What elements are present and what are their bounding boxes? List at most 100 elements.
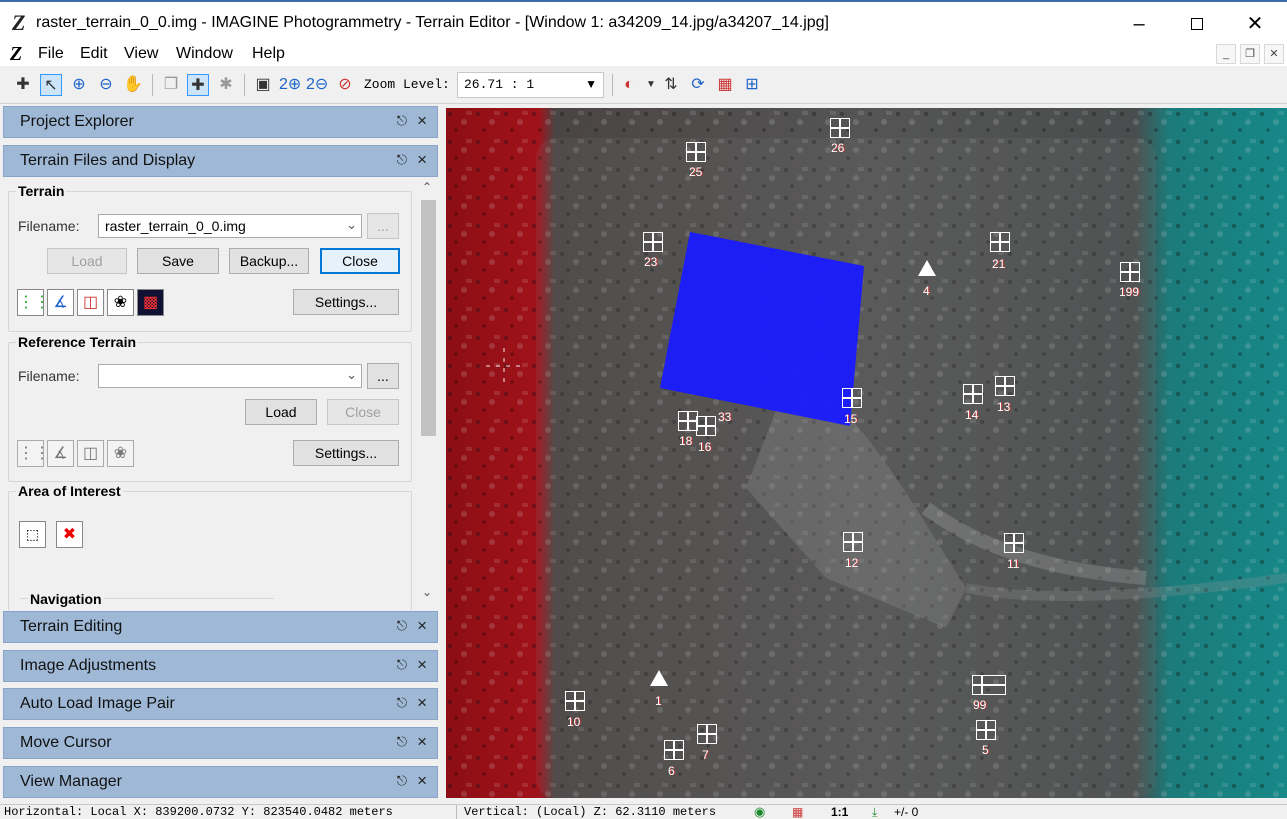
breaklines-icon[interactable]: ∡ bbox=[47, 289, 74, 316]
menu-window[interactable]: Window bbox=[176, 44, 233, 64]
breaklines-icon[interactable]: ∡ bbox=[47, 440, 74, 467]
zoom-in-icon[interactable]: ⊕ bbox=[68, 74, 90, 96]
pin-icon[interactable]: ⎋ bbox=[397, 695, 407, 711]
tin-icon[interactable]: ◫ bbox=[77, 440, 104, 467]
refresh-icon[interactable]: ⟳ bbox=[687, 74, 709, 96]
close-icon[interactable]: × bbox=[417, 655, 427, 675]
scroll-down-icon[interactable]: ⌄ bbox=[422, 585, 432, 599]
terrain-browse-button[interactable]: ... bbox=[367, 213, 399, 239]
aoi-clear-icon[interactable]: ✖ bbox=[56, 521, 83, 548]
terrain-load-button[interactable]: Load bbox=[47, 248, 127, 274]
zoom-reset-icon[interactable]: ⊘ bbox=[334, 74, 356, 96]
spark-icon[interactable]: ✱ bbox=[215, 74, 237, 96]
mdi-minimize-button[interactable]: _ bbox=[1216, 44, 1236, 64]
panel-header-terrain-files[interactable]: Terrain Files and Display ⎋ × bbox=[3, 145, 438, 177]
gcp-marker[interactable] bbox=[697, 724, 717, 744]
cursor-add-icon[interactable]: ✚ bbox=[187, 74, 209, 96]
terrain-filename-select[interactable]: raster_terrain_0_0.img ⌄ bbox=[98, 214, 362, 238]
pin-icon[interactable]: ⎋ bbox=[397, 152, 407, 168]
pin-icon[interactable]: ⎋ bbox=[397, 618, 407, 634]
reference-filename-select[interactable]: ⌄ bbox=[98, 364, 362, 388]
gcp-marker[interactable] bbox=[1120, 262, 1140, 282]
gcp-marker[interactable] bbox=[995, 376, 1015, 396]
gcp-marker[interactable] bbox=[972, 675, 1006, 695]
terrain-save-button[interactable]: Save bbox=[137, 248, 219, 274]
pin-icon[interactable]: ⎋ bbox=[397, 773, 407, 789]
globe-icon[interactable]: ◉ bbox=[754, 805, 765, 819]
layout-grid-icon[interactable]: ▦ bbox=[714, 74, 736, 96]
zoom-out-icon[interactable]: ⊖ bbox=[95, 74, 117, 96]
close-window-button[interactable]: ✕ bbox=[1232, 10, 1278, 38]
reference-load-button[interactable]: Load bbox=[245, 399, 317, 425]
terrain-close-button[interactable]: Close bbox=[320, 248, 400, 274]
scale-indicator[interactable]: 1:1 bbox=[831, 805, 848, 819]
panel-header-image-adjustments[interactable]: Image Adjustments ⎋ × bbox=[3, 650, 438, 682]
elevation-icon[interactable]: ⤓ bbox=[872, 805, 877, 819]
gcp-marker[interactable] bbox=[664, 740, 684, 760]
zoom-out-2x-icon[interactable]: 2⊖ bbox=[306, 74, 328, 96]
close-icon[interactable]: × bbox=[417, 111, 427, 131]
aoi-select-icon[interactable]: ⬚ bbox=[19, 521, 46, 548]
pan-hand-icon[interactable]: ✋ bbox=[122, 74, 144, 96]
raster-overlay-icon[interactable]: ▩ bbox=[137, 289, 164, 316]
panel-header-move-cursor[interactable]: Move Cursor ⎋ × bbox=[3, 727, 438, 759]
panel-scrollbar[interactable]: ⌃ ⌄ bbox=[418, 180, 438, 604]
gcp-marker[interactable] bbox=[686, 142, 706, 162]
pin-icon[interactable]: ⎋ bbox=[397, 113, 407, 129]
anaglyph-icon[interactable]: ◐ bbox=[618, 74, 640, 96]
terrain-backup-button[interactable]: Backup... bbox=[229, 248, 309, 274]
gcp-marker[interactable] bbox=[843, 532, 863, 552]
check-point-triangle-icon[interactable] bbox=[918, 260, 936, 276]
contours-icon[interactable]: ❀ bbox=[107, 289, 134, 316]
menu-help[interactable]: Help bbox=[252, 44, 285, 64]
overlay-icon[interactable]: ❐ bbox=[160, 74, 182, 96]
panel-header-project-explorer[interactable]: Project Explorer ⎋ × bbox=[3, 106, 438, 138]
gcp-marker[interactable] bbox=[565, 691, 585, 711]
check-point-triangle-icon[interactable] bbox=[650, 670, 668, 686]
maximize-button[interactable] bbox=[1174, 10, 1220, 38]
gcp-marker[interactable] bbox=[678, 411, 698, 431]
tin-icon[interactable]: ◫ bbox=[77, 289, 104, 316]
menu-file[interactable]: File bbox=[38, 44, 64, 64]
reference-close-button[interactable]: Close bbox=[327, 399, 399, 425]
close-icon[interactable]: × bbox=[417, 616, 427, 636]
contours-icon[interactable]: ❀ bbox=[107, 440, 134, 467]
gcp-marker[interactable] bbox=[830, 118, 850, 138]
zoom-level-select[interactable]: 26.71 : 1 ▼ bbox=[457, 72, 604, 98]
menu-edit[interactable]: Edit bbox=[80, 44, 108, 64]
stereo-image-viewer[interactable]: 26 25 23 21 199 4 15 14 13 33 18 16 12 1… bbox=[446, 108, 1287, 798]
close-icon[interactable]: × bbox=[417, 693, 427, 713]
pin-icon[interactable]: ⎋ bbox=[397, 657, 407, 673]
scroll-up-icon[interactable]: ⌃ bbox=[422, 180, 432, 194]
dropdown-arrow-icon[interactable]: ▼ bbox=[640, 74, 662, 96]
select-pointer-icon[interactable]: ↖ bbox=[40, 74, 62, 96]
scroll-thumb[interactable] bbox=[421, 200, 436, 436]
gcp-marker[interactable] bbox=[842, 388, 862, 408]
close-icon[interactable]: × bbox=[417, 771, 427, 791]
pin-icon[interactable]: ⎋ bbox=[397, 734, 407, 750]
panel-header-view-manager[interactable]: View Manager ⎋ × bbox=[3, 766, 438, 798]
panel-header-auto-load[interactable]: Auto Load Image Pair ⎋ × bbox=[3, 688, 438, 720]
points-display-icon[interactable]: ⋮⋮ bbox=[17, 440, 50, 467]
terrain-grid-icon[interactable]: ▦ bbox=[792, 805, 803, 819]
split-view-icon[interactable]: ⊞ bbox=[741, 74, 763, 96]
points-display-icon[interactable]: ⋮⋮ bbox=[17, 289, 50, 316]
gcp-marker[interactable] bbox=[1004, 533, 1024, 553]
mdi-close-button[interactable]: ✕ bbox=[1264, 44, 1284, 64]
terrain-settings-button[interactable]: Settings... bbox=[293, 289, 399, 315]
minimize-button[interactable]: – bbox=[1116, 10, 1162, 38]
crosshair-tool-icon[interactable]: ✚ bbox=[12, 74, 34, 96]
gcp-marker[interactable] bbox=[976, 720, 996, 740]
mdi-restore-button[interactable]: ❐ bbox=[1240, 44, 1260, 64]
gcp-marker[interactable] bbox=[696, 416, 716, 436]
panel-header-terrain-editing[interactable]: Terrain Editing ⎋ × bbox=[3, 611, 438, 643]
gcp-marker[interactable] bbox=[643, 232, 663, 252]
zoom-in-2x-icon[interactable]: 2⊕ bbox=[279, 74, 301, 96]
close-icon[interactable]: × bbox=[417, 150, 427, 170]
gcp-marker[interactable] bbox=[990, 232, 1010, 252]
reference-browse-button[interactable]: ... bbox=[367, 363, 399, 389]
pin-cursor-icon[interactable]: ⇅ bbox=[660, 74, 682, 96]
gcp-marker[interactable] bbox=[963, 384, 983, 404]
close-icon[interactable]: × bbox=[417, 732, 427, 752]
menu-view[interactable]: View bbox=[124, 44, 158, 64]
